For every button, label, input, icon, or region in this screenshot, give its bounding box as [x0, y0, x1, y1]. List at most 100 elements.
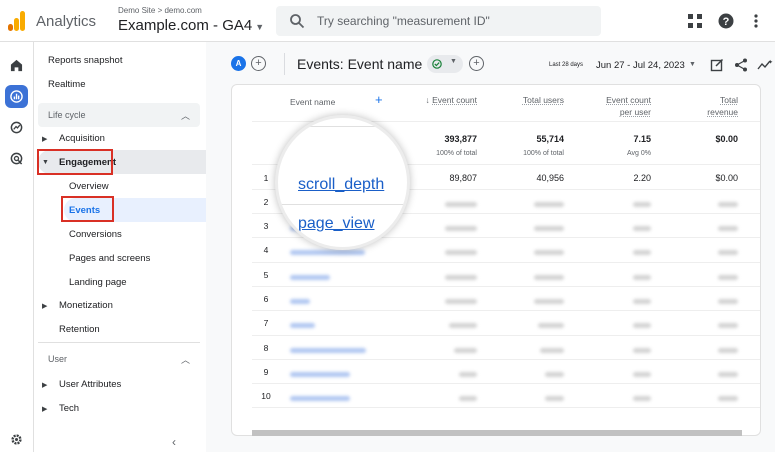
section-user-label: User: [48, 354, 68, 364]
caret-down-icon: ▼: [450, 58, 457, 65]
total-per-user-sub: Avg 0%: [627, 150, 651, 157]
total-users-sub: 100% of total: [523, 150, 564, 157]
row-number: 1: [263, 173, 269, 183]
more-vert-icon[interactable]: [748, 13, 764, 29]
nav-divider: [38, 342, 200, 343]
expand-arrow-icon: ▶: [42, 136, 48, 143]
horizontal-scrollbar[interactable]: [252, 430, 742, 436]
row-divider: [278, 204, 407, 205]
engagement-highlight-box: [37, 149, 113, 175]
analytics-logo-icon[interactable]: [8, 11, 26, 31]
nav-tech[interactable]: Tech: [59, 403, 79, 414]
row-divider: [278, 126, 407, 127]
nav-pages-and-screens[interactable]: Pages and screens: [69, 253, 150, 264]
help-icon[interactable]: ?: [718, 13, 734, 29]
expand-arrow-icon: ▶: [42, 303, 48, 310]
row-number: 8: [263, 343, 269, 353]
share-icon[interactable]: [734, 58, 748, 72]
nav-conversions[interactable]: Conversions: [69, 229, 122, 240]
events-highlight-box: [61, 196, 114, 222]
row-divider: [252, 335, 760, 336]
total-revenue: $0.00: [715, 134, 738, 144]
row1-event-count: 89,807: [449, 173, 477, 183]
top-bar: Analytics Demo Site > demo.com Example.c…: [0, 0, 775, 42]
account-breadcrumb[interactable]: Demo Site > demo.com: [118, 6, 202, 15]
row-number: 9: [263, 367, 269, 377]
col-header-total-users[interactable]: Total users: [492, 94, 564, 106]
date-range-picker[interactable]: Jun 27 - Jul 24, 2023: [596, 60, 685, 71]
nav-reports-snapshot[interactable]: Reports snapshot: [48, 55, 122, 66]
row-number: 7: [263, 318, 269, 328]
col-header-event-name[interactable]: Event name: [290, 96, 335, 108]
row-divider: [252, 286, 760, 287]
section-user[interactable]: User ︿: [38, 347, 200, 371]
header-divider: [284, 53, 285, 75]
reports-icon[interactable]: [5, 85, 28, 108]
advertising-icon[interactable]: [5, 147, 28, 170]
search-bar[interactable]: Try searching "measurement ID": [276, 6, 601, 36]
report-title: Events: Event name: [297, 56, 423, 72]
row-divider: [252, 262, 760, 263]
settings-icon[interactable]: [5, 428, 28, 451]
home-icon[interactable]: [5, 54, 28, 77]
total-event-count: 393,877: [444, 134, 477, 144]
nav-retention[interactable]: Retention: [59, 324, 100, 335]
check-circle-icon: [432, 59, 442, 69]
property-name: Example.com - GA4: [118, 17, 253, 34]
nav-realtime[interactable]: Realtime: [48, 79, 86, 90]
add-dimension-icon[interactable]: +: [375, 92, 383, 107]
collapse-nav-chevron-icon[interactable]: ‹: [172, 435, 176, 449]
row-number: 3: [263, 221, 269, 231]
left-rail: [0, 42, 34, 452]
svg-text:✦: ✦: [768, 59, 773, 66]
nav-landing-page[interactable]: Landing page: [69, 277, 127, 288]
row1-revenue: $0.00: [715, 173, 738, 183]
comparison-avatar[interactable]: A: [231, 56, 246, 71]
report-status-pill[interactable]: ▼: [427, 55, 463, 73]
nav-monetization[interactable]: Monetization: [59, 300, 113, 311]
row-number: 2: [263, 197, 269, 207]
customize-report-icon[interactable]: [710, 58, 724, 72]
event-link-scroll-depth[interactable]: scroll_depth: [298, 176, 384, 194]
row-divider: [252, 310, 760, 311]
explore-icon[interactable]: [5, 116, 28, 139]
nav-acquisition[interactable]: Acquisition: [59, 133, 105, 144]
event-link-page-view[interactable]: page_view: [298, 215, 375, 233]
row-number: 5: [263, 270, 269, 280]
add-comparison-icon[interactable]: +: [251, 56, 266, 71]
col-header-event-count[interactable]: ↓ Event count: [412, 94, 477, 106]
col-header-event-count-per-user[interactable]: Event count per user: [577, 94, 651, 118]
row-number: 4: [263, 245, 269, 255]
nav-user-attributes[interactable]: User Attributes: [59, 379, 121, 390]
row-number: 10: [261, 391, 271, 401]
property-selector[interactable]: Example.com - GA4 ▼: [118, 17, 264, 34]
magnifier-callout: scroll_depth page_view: [275, 115, 410, 250]
row-divider: [252, 407, 760, 408]
section-lifecycle[interactable]: Life cycle ︿: [38, 103, 200, 127]
reports-nav: Reports snapshot Realtime Life cycle ︿ ▶…: [34, 42, 226, 452]
add-filter-icon[interactable]: +: [469, 56, 484, 71]
row1-per-user: 2.20: [633, 173, 651, 183]
total-event-count-sub: 100% of total: [436, 150, 477, 157]
row1-total-users: 40,956: [536, 173, 564, 183]
caret-down-icon: ▼: [255, 22, 265, 32]
expand-arrow-icon: ▶: [42, 382, 48, 389]
chevron-up-icon: ︿: [180, 355, 190, 365]
nav-overview[interactable]: Overview: [69, 181, 109, 192]
row-divider: [252, 359, 760, 360]
date-preset-label: Last 28 days: [549, 62, 584, 68]
row-divider: [252, 383, 760, 384]
section-lifecycle-label: Life cycle: [48, 110, 86, 120]
total-users: 55,714: [536, 134, 564, 144]
total-per-user: 7.15: [633, 134, 651, 144]
col-header-total-revenue[interactable]: Total revenue: [672, 94, 738, 118]
search-icon: [290, 14, 305, 29]
search-placeholder: Try searching "measurement ID": [317, 14, 490, 28]
app-name: Analytics: [36, 13, 97, 30]
apps-grid-icon[interactable]: [687, 13, 703, 29]
date-caret-icon[interactable]: ▼: [689, 61, 696, 68]
row-number: 6: [263, 294, 269, 304]
insights-icon[interactable]: ✦: [757, 58, 773, 72]
chevron-up-icon: ︿: [180, 111, 190, 121]
expand-arrow-icon: ▶: [42, 406, 48, 413]
